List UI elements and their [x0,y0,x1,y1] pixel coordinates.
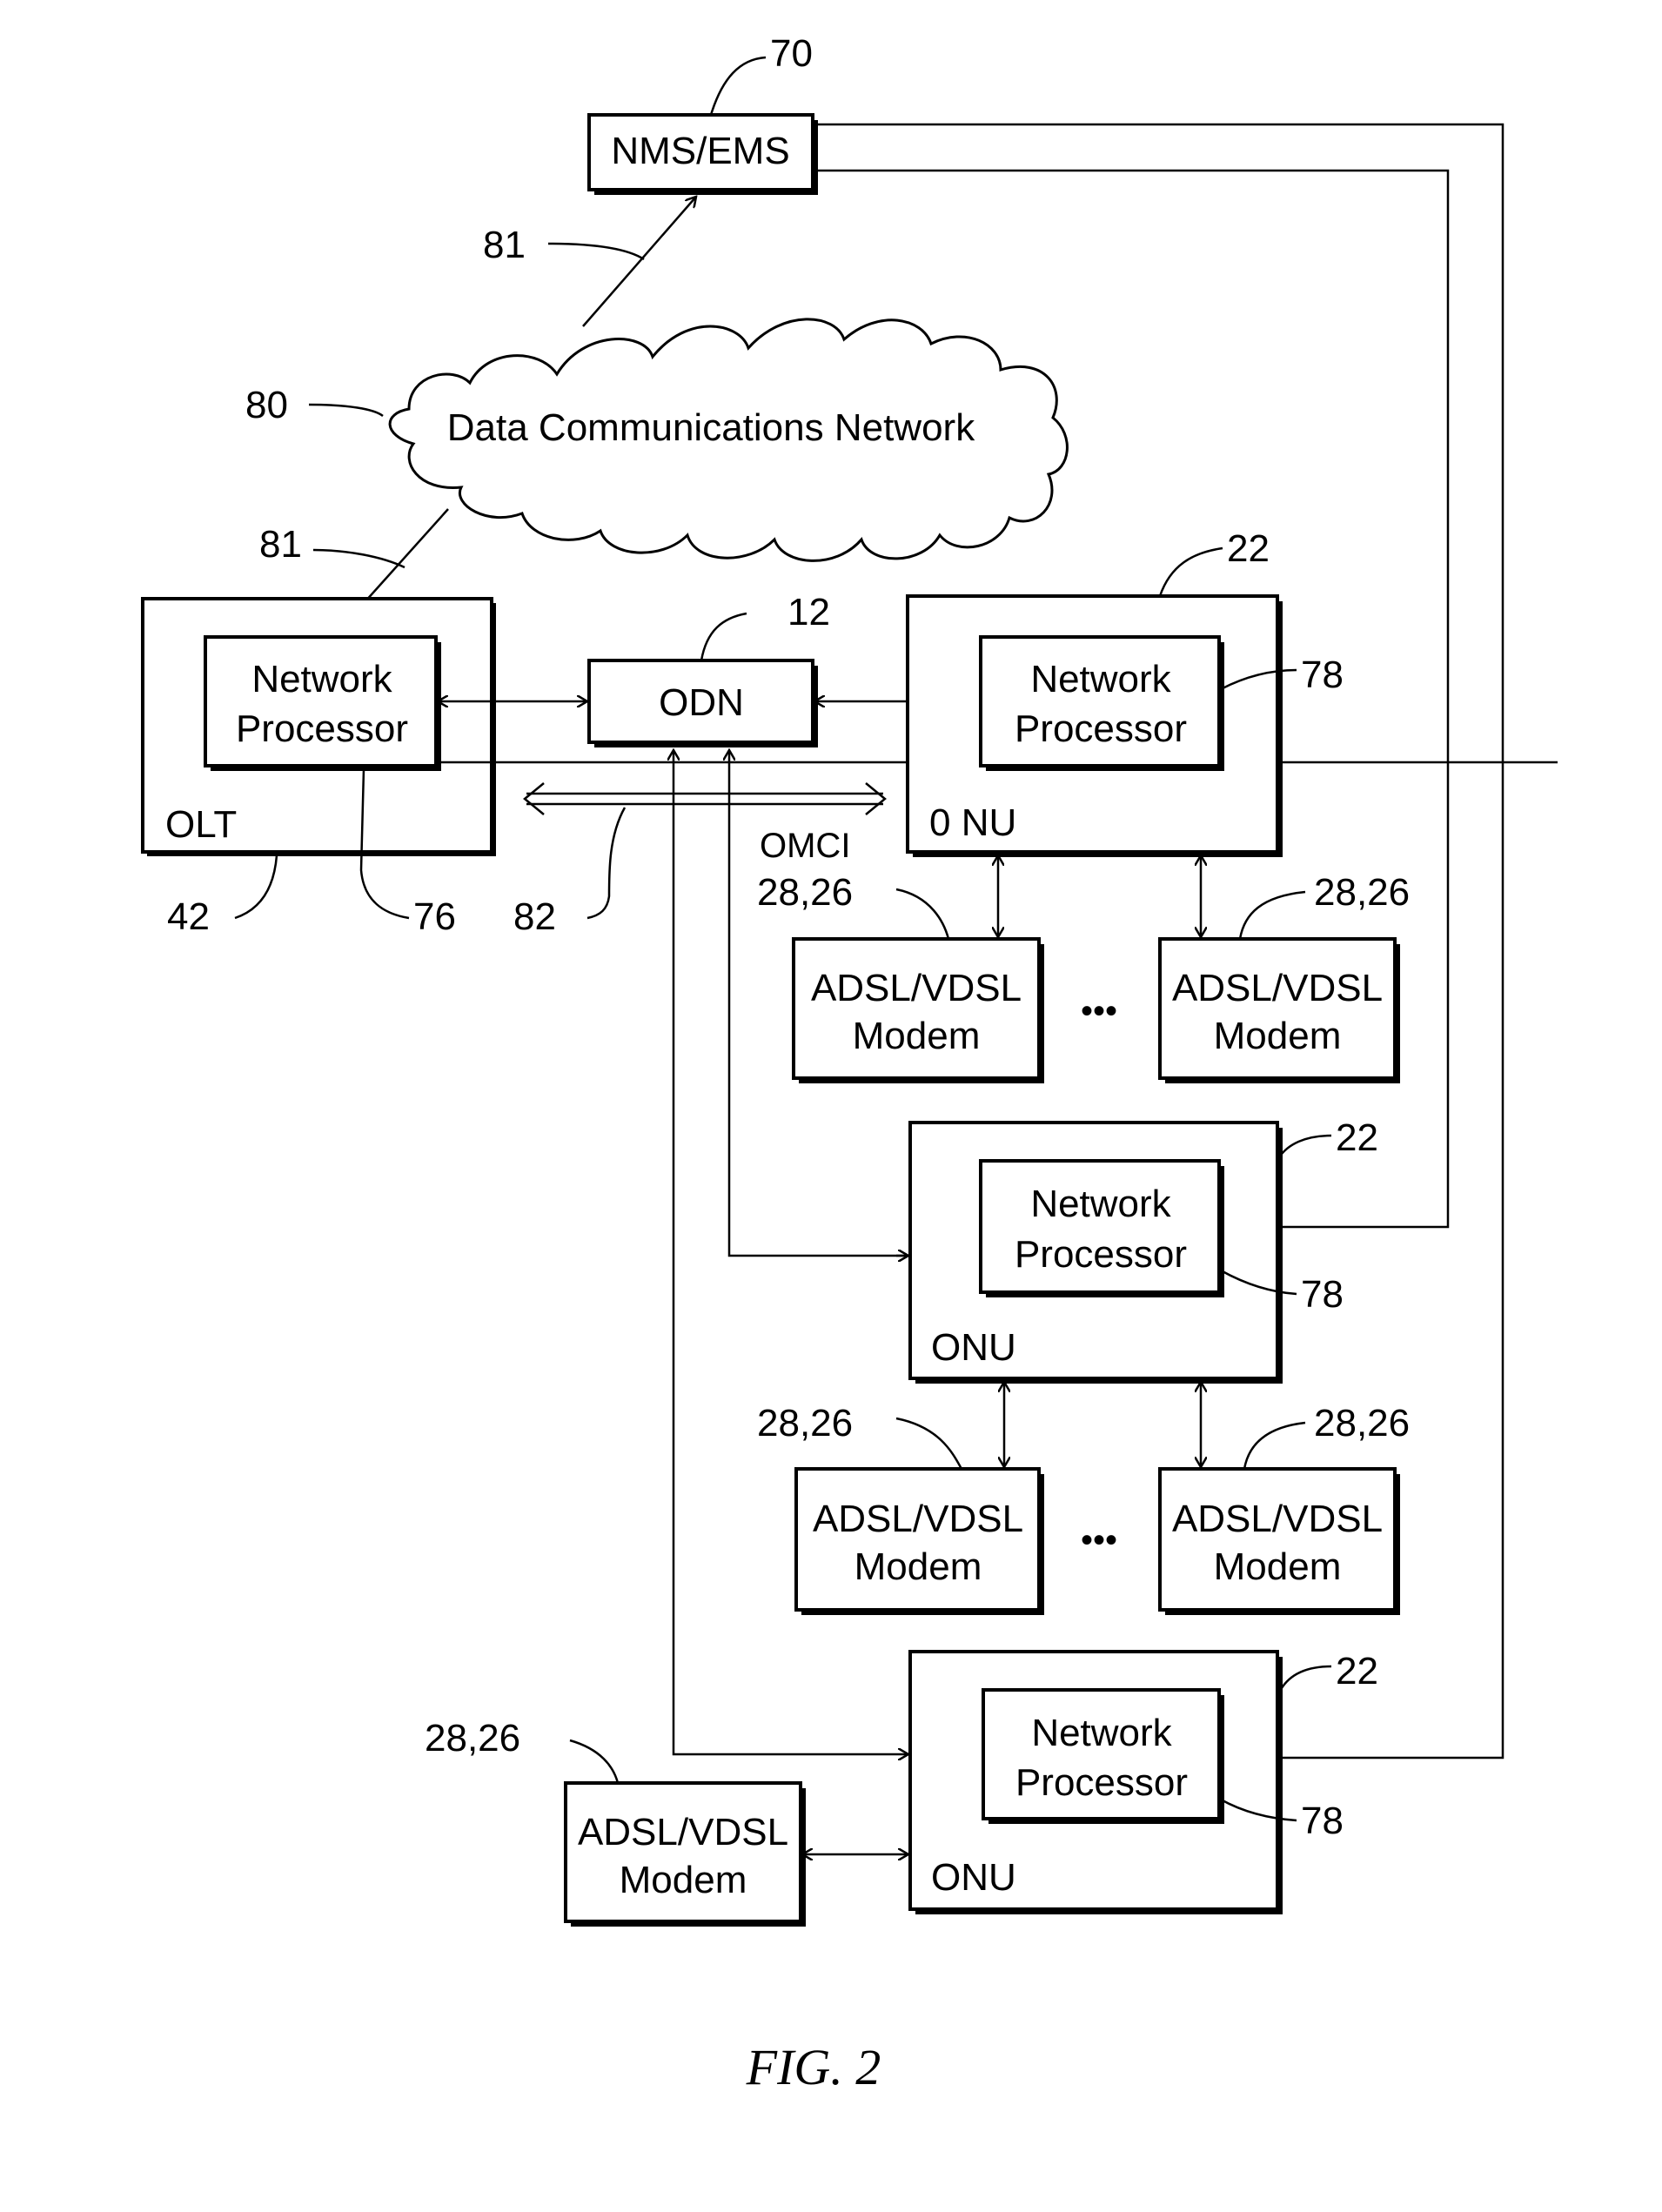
ellipsis-r1: ••• [1081,992,1117,1030]
modem-onu2-b: ADSL/VDSL Modem [1158,1467,1400,1615]
svg-text:Modem: Modem [1214,1545,1342,1588]
cloud-label: Data Communications Network [447,406,975,449]
ref-22-onu3: 22 [1336,1650,1378,1693]
odn-label: ODN [659,681,744,724]
olt-label: OLT [165,803,237,846]
ellipsis-r2: ••• [1081,1521,1117,1559]
ref-leader-81-lower [312,548,405,569]
onu3-np-label-1: Network [1031,1712,1172,1754]
ref-leader-80 [308,403,384,418]
ref-78-onu3: 78 [1301,1800,1344,1842]
modem-onu2-a: ADSL/VDSL Modem [794,1467,1044,1615]
onu-3-block: Network Processor ONU [908,1650,1283,1914]
figure-caption: FIG. 2 [746,2039,881,2095]
nms-ems-label: NMS/EMS [611,130,789,172]
ref-leader-28-26-r1a [895,888,950,940]
ref-leader-22-onu2 [1277,1134,1332,1158]
ref-81-lower: 81 [259,523,302,566]
link-cloud-to-nms [582,197,696,327]
ref-82: 82 [513,895,556,938]
fig2-diagram: NMS/EMS 70 Data Communications Network 8… [141,32,1558,2095]
svg-text:Modem: Modem [854,1545,982,1588]
ref-28-26-r3: 28,26 [425,1717,520,1760]
ref-leader-28-26-r3 [569,1739,620,1784]
modem-onu1-b: ADSL/VDSL Modem [1158,937,1400,1083]
ref-22-onu2: 22 [1336,1116,1378,1159]
ref-leader-70 [709,56,767,116]
onu-1-block: Network Processor 0 NU [906,594,1283,857]
svg-text:ADSL/VDSL: ADSL/VDSL [1172,967,1383,1009]
ref-leader-22-onu3 [1277,1665,1332,1693]
ref-28-26-r1b: 28,26 [1314,871,1410,914]
modem-onu1-a: ADSL/VDSL Modem [792,937,1044,1083]
olt-np-label-1: Network [251,658,392,700]
onu1-np-label-2: Processor [1015,707,1187,750]
ref-leader-22-onu1 [1158,546,1223,597]
olt-block: Network Processor OLT [141,597,496,856]
ref-leader-28-26-r2b [1243,1421,1306,1470]
onu1-label: 0 NU [929,801,1016,844]
ref-70: 70 [770,32,813,75]
onu3-np-label-2: Processor [1015,1761,1188,1804]
data-communications-network-cloud: Data Communications Network [388,318,1069,562]
svg-text:ADSL/VDSL: ADSL/VDSL [578,1811,788,1853]
ref-28-26-r1a: 28,26 [757,871,853,914]
onu2-label: ONU [931,1326,1016,1369]
ref-leader-81-upper [547,242,645,261]
ref-28-26-r2a: 28,26 [757,1402,853,1445]
ref-42: 42 [167,895,210,938]
ref-leader-28-26-r2a [895,1417,963,1470]
ref-leader-82 [586,807,627,920]
omci-channel [523,782,887,815]
onu-2-block: Network Processor ONU [908,1121,1283,1384]
onu3-label: ONU [931,1856,1016,1899]
onu2-np-label-1: Network [1030,1183,1171,1225]
svg-text:ADSL/VDSL: ADSL/VDSL [813,1498,1023,1540]
omci-label: OMCI [760,827,850,865]
ref-leader-42 [234,855,278,920]
svg-text:Modem: Modem [1214,1015,1342,1057]
svg-text:Modem: Modem [620,1859,747,1901]
svg-text:ADSL/VDSL: ADSL/VDSL [1172,1498,1383,1540]
ref-leader-28-26-r1b [1238,890,1306,940]
ref-80: 80 [245,384,288,426]
ref-12: 12 [787,591,830,633]
svg-text:ADSL/VDSL: ADSL/VDSL [811,967,1022,1009]
nms-ems-block: NMS/EMS [587,113,818,195]
ref-22-onu1: 22 [1227,527,1270,570]
onu2-np-label-2: Processor [1015,1233,1187,1276]
olt-np-label-2: Processor [236,707,408,750]
ref-81-upper: 81 [483,224,526,266]
svg-text:Modem: Modem [853,1015,981,1057]
ref-28-26-r2b: 28,26 [1314,1402,1410,1445]
ref-leader-12 [700,612,747,661]
modem-onu3: ADSL/VDSL Modem [564,1781,806,1927]
odn-block: ODN [587,659,818,747]
ref-76: 76 [413,895,456,938]
onu1-np-label-1: Network [1030,658,1171,700]
ref-78-onu1: 78 [1301,654,1344,696]
ref-78-onu2: 78 [1301,1273,1344,1316]
